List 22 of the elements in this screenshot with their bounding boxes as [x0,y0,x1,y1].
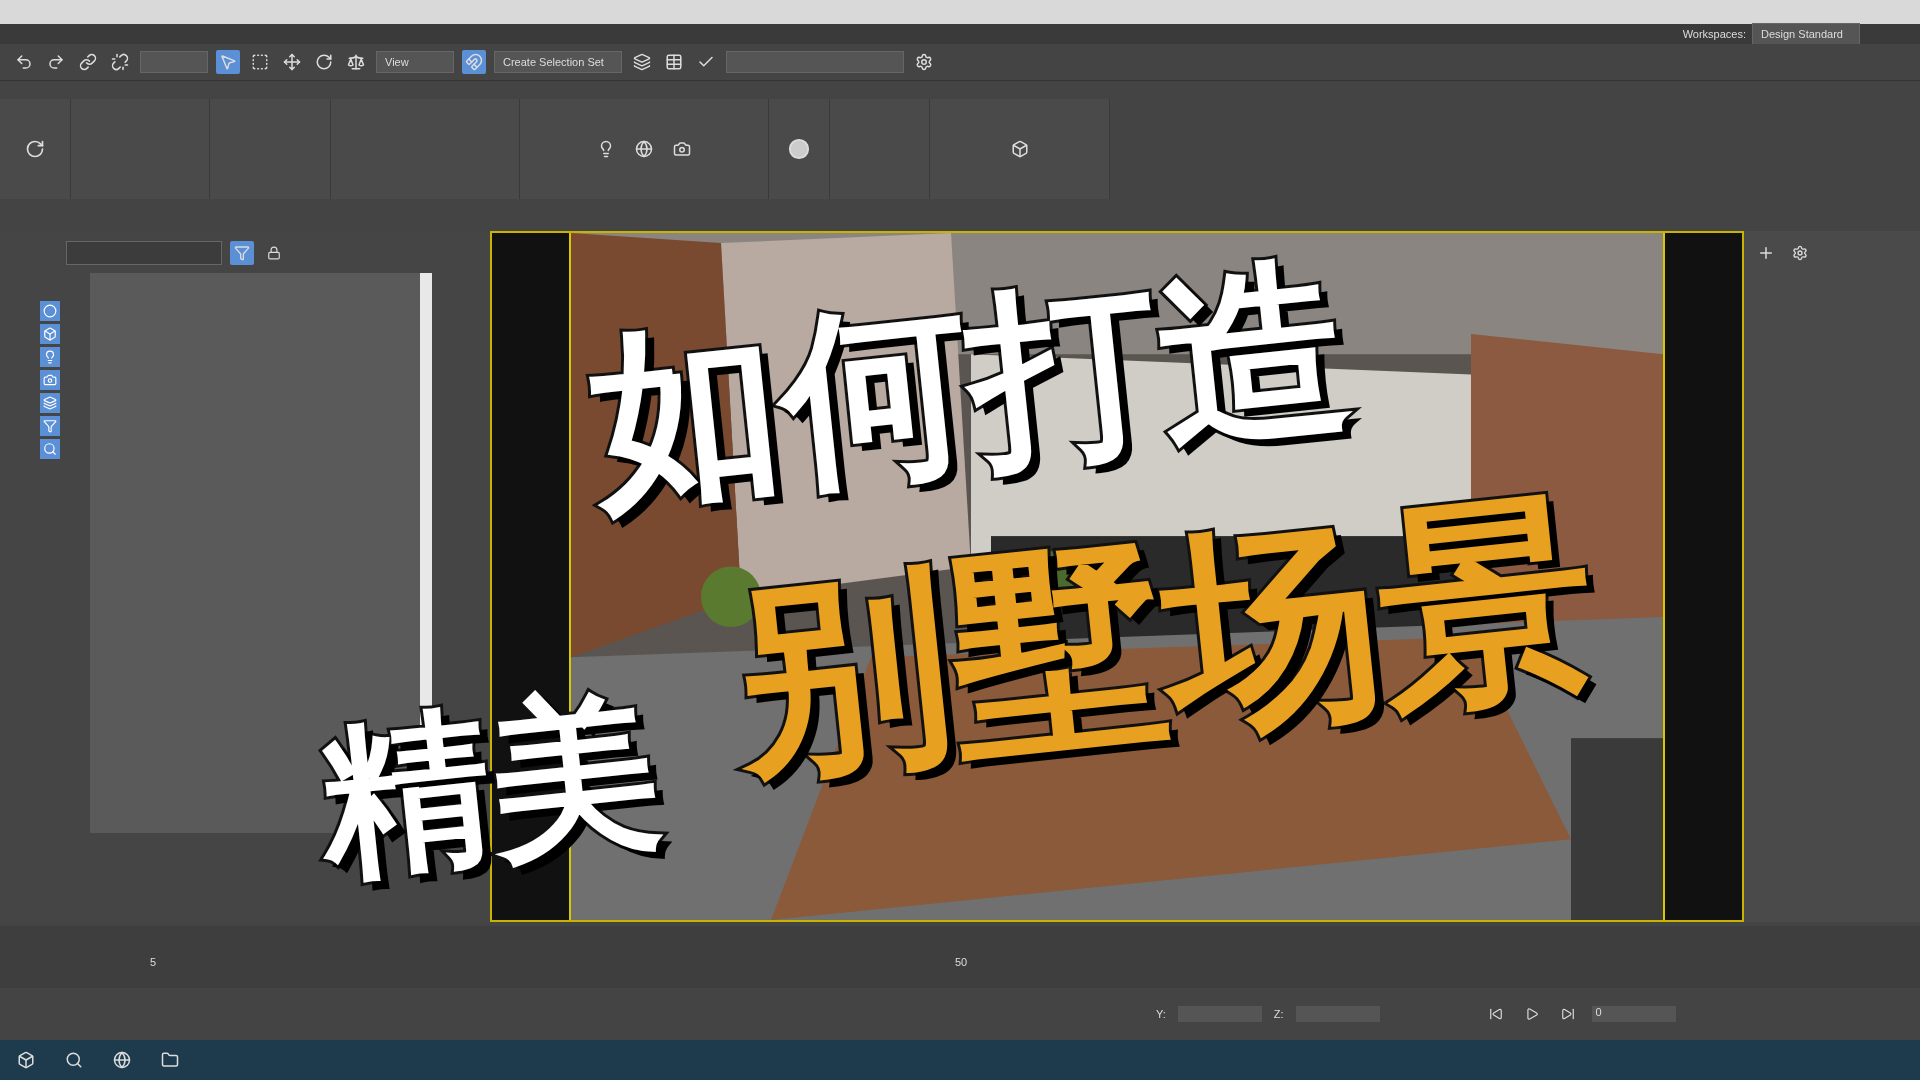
selection-set-dropdown[interactable]: Create Selection Set [494,51,622,73]
filter-icon[interactable] [230,241,254,265]
magnet-icon[interactable] [462,50,486,74]
pointer-icon[interactable] [216,50,240,74]
filter-icon[interactable] [40,416,60,436]
view-dropdown[interactable]: View [376,51,454,73]
headline-text: 精美 [312,682,668,888]
frame-tick: 50 [955,956,968,968]
sphere-icon[interactable] [787,137,812,161]
lightbulb-icon[interactable] [40,347,60,367]
headline-text: 如何打造 [582,250,1358,520]
frame-tick: 5 [150,956,157,968]
workspace-dropdown[interactable]: Design Standard [1752,23,1860,45]
y-label: Y: [1156,1008,1166,1020]
layers-icon[interactable] [40,393,60,413]
z-label: Z: [1273,1008,1284,1020]
box-icon[interactable] [40,324,60,344]
camera-icon[interactable] [40,370,60,390]
frame-field[interactable]: 0 [1591,1006,1676,1022]
workspaces-label: Workspaces: [1682,28,1746,40]
circle-icon[interactable] [40,301,60,321]
search-field[interactable] [66,241,222,265]
